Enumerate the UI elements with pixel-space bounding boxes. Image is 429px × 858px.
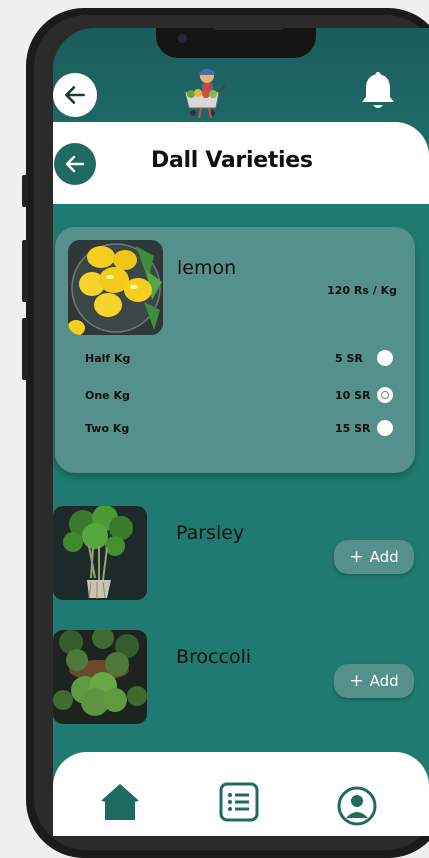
plus-icon: + xyxy=(349,671,364,691)
parsley-image xyxy=(53,506,147,600)
phone-notch xyxy=(156,28,316,58)
side-button xyxy=(22,175,28,207)
camera-icon xyxy=(178,34,187,43)
option-radio[interactable] xyxy=(377,350,393,366)
add-label: Add xyxy=(369,672,399,690)
home-icon[interactable] xyxy=(99,782,141,822)
weight-option-two-kg[interactable]: Two Kg 15 SR xyxy=(85,419,403,441)
product-name: lemon xyxy=(177,257,237,279)
bell-icon[interactable] xyxy=(359,70,397,112)
option-price: 5 SR xyxy=(335,352,363,365)
product-row-broccoli: Broccoli + Add xyxy=(53,630,429,730)
header-back-button[interactable] xyxy=(53,73,97,117)
profile-icon[interactable] xyxy=(337,786,377,826)
page-title: Dall Varieties xyxy=(151,148,313,173)
speaker-grille xyxy=(214,28,284,30)
option-label: Half Kg xyxy=(85,352,131,365)
product-row-parsley: Parsley + Add xyxy=(53,506,429,606)
shopping-cart-character-logo xyxy=(184,69,226,119)
lemon-image xyxy=(68,240,163,335)
option-label: One Kg xyxy=(85,389,130,402)
option-price: 15 SR xyxy=(335,422,371,435)
app-screen: Dall Varieties lemon 120 Rs / Kg Half Kg… xyxy=(53,28,429,836)
plus-icon: + xyxy=(349,547,364,567)
volume-down-button xyxy=(22,318,28,380)
option-radio-selected[interactable] xyxy=(377,387,393,403)
list-icon[interactable] xyxy=(219,782,259,822)
option-price: 10 SR xyxy=(335,389,371,402)
broccoli-image xyxy=(53,630,147,724)
option-label: Two Kg xyxy=(85,422,130,435)
arrow-left-icon xyxy=(65,86,85,104)
title-bar: Dall Varieties xyxy=(53,122,429,204)
product-name: Broccoli xyxy=(176,646,252,668)
weight-option-one-kg[interactable]: One Kg 10 SR xyxy=(85,386,403,408)
arrow-left-icon xyxy=(65,155,85,173)
volume-up-button xyxy=(22,240,28,302)
option-radio[interactable] xyxy=(377,420,393,436)
weight-option-half-kg[interactable]: Half Kg 5 SR xyxy=(85,349,403,371)
add-label: Add xyxy=(369,548,399,566)
add-button[interactable]: + Add xyxy=(334,664,414,698)
product-name: Parsley xyxy=(176,522,245,544)
add-button[interactable]: + Add xyxy=(334,540,414,574)
bottom-navigation xyxy=(53,752,429,836)
selected-product-card: lemon 120 Rs / Kg Half Kg 5 SR One Kg 10… xyxy=(55,227,415,473)
title-back-button[interactable] xyxy=(54,143,96,185)
product-price: 120 Rs / Kg xyxy=(327,284,397,297)
